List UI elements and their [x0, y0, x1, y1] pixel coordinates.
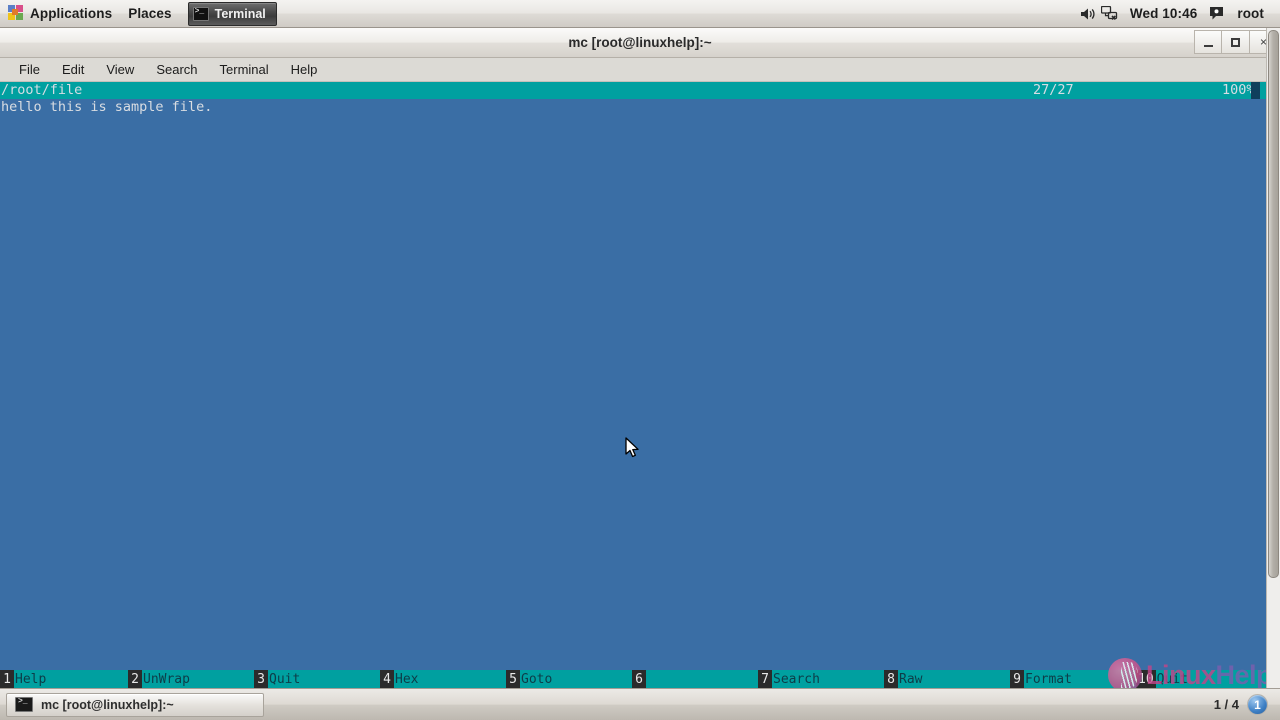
fnkey-9-number: 9 [1010, 670, 1024, 688]
terminal-icon [192, 6, 209, 21]
terminal-window: mc [root@linuxhelp]:~ × File Edit View S… [0, 28, 1280, 688]
scrollbar-thumb[interactable] [1268, 30, 1279, 578]
fnkey-2[interactable]: 2 UnWrap [128, 670, 254, 688]
places-menu[interactable]: Places [120, 1, 179, 27]
fnkey-6-number: 6 [632, 670, 646, 688]
workspace-count-label: 1 / 4 [1213, 697, 1239, 712]
menu-search[interactable]: Search [145, 60, 208, 79]
workspace-badge[interactable]: 1 [1247, 694, 1268, 715]
taskbar-item-label: mc [root@linuxhelp]:~ [41, 697, 174, 712]
mc-text-cursor [1251, 82, 1260, 99]
fnkey-1-label: Help [15, 671, 47, 687]
bottom-panel: mc [root@linuxhelp]:~ 1 / 4 1 [0, 688, 1280, 720]
fnkey-5-number: 5 [506, 670, 520, 688]
fnkey-9-label: Format [1025, 671, 1072, 687]
applications-grid-icon [8, 5, 25, 22]
user-account-icon[interactable] [1207, 4, 1227, 24]
fnkey-3-label: Quit [269, 671, 301, 687]
fnkey-1[interactable]: 1 Help [0, 670, 128, 688]
menu-view[interactable]: View [95, 60, 145, 79]
fnkey-10-number: 10 [1136, 670, 1156, 688]
fnkey-6[interactable]: 6 [632, 670, 758, 688]
window-list-item-terminal[interactable]: Terminal [187, 1, 277, 26]
fnkey-4-label: Hex [395, 671, 419, 687]
fnkey-3-number: 3 [254, 670, 268, 688]
menu-terminal[interactable]: Terminal [209, 60, 280, 79]
top-panel: Applications Places Terminal [0, 0, 1280, 28]
fnkey-8[interactable]: 8 Raw [884, 670, 1010, 688]
fnkey-5[interactable]: 5 Goto [506, 670, 632, 688]
menu-file[interactable]: File [8, 60, 51, 79]
mc-file-viewer: /root/file 27/27 100% hello this is samp… [0, 82, 1280, 688]
fnkey-2-number: 2 [128, 670, 142, 688]
mc-content-area[interactable]: hello this is sample file. [0, 99, 1280, 670]
menu-edit[interactable]: Edit [51, 60, 95, 79]
workspace-switcher: 1 / 4 1 [1214, 694, 1274, 715]
maximize-button[interactable] [1222, 30, 1250, 54]
menu-bar: File Edit View Search Terminal Help [0, 58, 1280, 82]
fnkey-7[interactable]: 7 Search [758, 670, 884, 688]
top-panel-status-area: Wed 10:46 root [1078, 1, 1280, 27]
fnkey-4[interactable]: 4 Hex [380, 670, 506, 688]
desktop-screen: Applications Places Terminal [0, 0, 1280, 720]
taskbar-item-mc[interactable]: mc [root@linuxhelp]:~ [6, 692, 264, 717]
window-titlebar[interactable]: mc [root@linuxhelp]:~ × [0, 28, 1280, 58]
window-title: mc [root@linuxhelp]:~ [568, 35, 712, 50]
window-list-item-label: Terminal [214, 6, 266, 21]
mc-function-key-bar: 1 Help 2 UnWrap 3 Quit 4 Hex 5 Goto 6 7 … [0, 670, 1280, 688]
fnkey-10[interactable]: 10 Quit [1136, 670, 1260, 688]
fnkey-2-label: UnWrap [143, 671, 190, 687]
fnkey-9[interactable]: 9 Format [1010, 670, 1136, 688]
speaker-icon[interactable] [1078, 4, 1098, 24]
places-menu-label: Places [128, 6, 172, 21]
fnkey-8-label: Raw [899, 671, 923, 687]
clock[interactable]: Wed 10:46 [1122, 1, 1205, 27]
user-menu-label: root [1237, 6, 1264, 21]
mc-content-line: hello this is sample file. [1, 99, 213, 115]
applications-menu-label: Applications [30, 6, 113, 21]
mc-line-position: 27/27 [1033, 82, 1074, 98]
mc-file-path: /root/file [1, 82, 83, 98]
mc-header-bar: /root/file 27/27 100% [0, 82, 1280, 99]
terminal-icon [15, 697, 33, 712]
fnkey-7-label: Search [773, 671, 820, 687]
clock-label: Wed 10:46 [1129, 6, 1198, 21]
fnkey-7-number: 7 [758, 670, 772, 688]
user-menu[interactable]: root [1229, 1, 1272, 27]
mc-scroll-percent: 100% [1222, 82, 1255, 98]
applications-menu[interactable]: Applications [0, 1, 120, 27]
fnkey-10-label: Quit [1156, 671, 1188, 687]
fnkey-3[interactable]: 3 Quit [254, 670, 380, 688]
terminal-scrollbar[interactable] [1266, 28, 1280, 688]
fnkey-1-number: 1 [0, 670, 14, 688]
fnkey-8-number: 8 [884, 670, 898, 688]
network-disconnected-icon[interactable] [1100, 4, 1120, 24]
fnkey-5-label: Goto [521, 671, 553, 687]
fnkey-4-number: 4 [380, 670, 394, 688]
minimize-button[interactable] [1194, 30, 1222, 54]
menu-help[interactable]: Help [280, 60, 329, 79]
